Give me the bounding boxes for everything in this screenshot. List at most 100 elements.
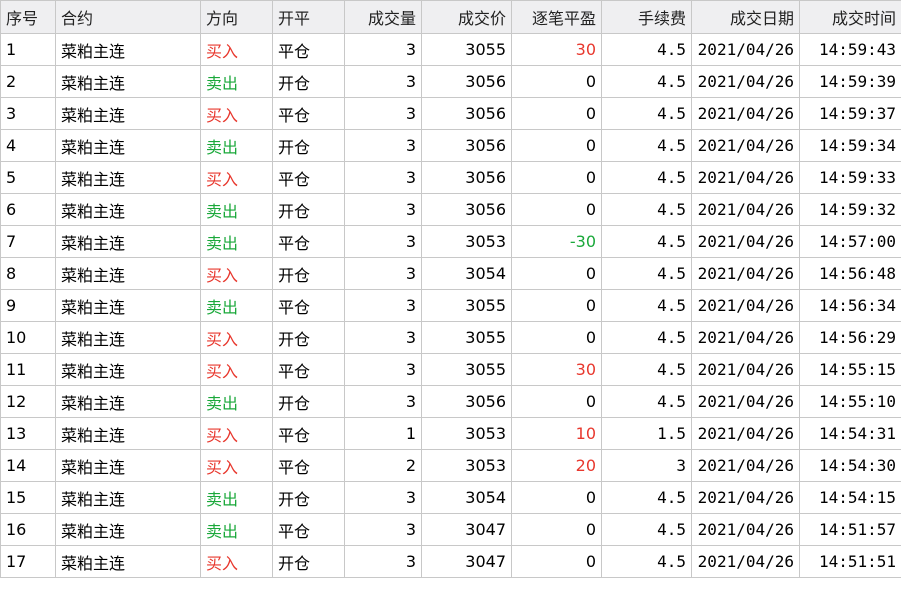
cell-date: 2021/04/26	[691, 257, 800, 290]
table-row[interactable]: 7 菜粕主连 卖出 平仓 3 3053 -30 4.5 2021/04/26 14:57:00	[0, 225, 901, 258]
cell-direction: 买入	[200, 353, 273, 386]
column-header-date[interactable]: 成交日期	[691, 0, 800, 34]
table-row[interactable]: 3 菜粕主连 买入 平仓 3 3056 0 4.5 2021/04/26 14:59:37	[0, 97, 901, 130]
cell-direction: 卖出	[200, 129, 273, 162]
cell-time: 14:51:57	[799, 513, 901, 546]
cell-offset: 平仓	[272, 417, 345, 450]
cell-contract: 菜粕主连	[55, 225, 201, 258]
cell-contract: 菜粕主连	[55, 129, 201, 162]
cell-offset: 平仓	[272, 225, 345, 258]
column-header-direction[interactable]: 方向	[200, 0, 273, 34]
cell-time: 14:56:34	[799, 289, 901, 322]
cell-volume: 3	[344, 545, 422, 578]
table-row[interactable]: 9 菜粕主连 卖出 平仓 3 3055 0 4.5 2021/04/26 14:56:34	[0, 289, 901, 322]
table-row[interactable]: 8 菜粕主连 买入 开仓 3 3054 0 4.5 2021/04/26 14:56:48	[0, 257, 901, 290]
cell-pnl: 0	[511, 161, 602, 194]
cell-seq: 3	[0, 97, 56, 130]
cell-fee: 4.5	[601, 33, 692, 66]
cell-direction: 卖出	[200, 385, 273, 418]
cell-volume: 2	[344, 449, 422, 482]
table-row[interactable]: 17 菜粕主连 买入 开仓 3 3047 0 4.5 2021/04/26 14:51:51	[0, 545, 901, 578]
cell-price: 3056	[421, 193, 512, 226]
cell-offset: 开仓	[272, 321, 345, 354]
cell-fee: 4.5	[601, 513, 692, 546]
cell-offset: 开仓	[272, 193, 345, 226]
cell-direction: 买入	[200, 97, 273, 130]
table-row[interactable]: 5 菜粕主连 买入 平仓 3 3056 0 4.5 2021/04/26 14:59:33	[0, 161, 901, 194]
table-row[interactable]: 11 菜粕主连 买入 平仓 3 3055 30 4.5 2021/04/26 14:55:15	[0, 353, 901, 386]
column-header-contract[interactable]: 合约	[55, 0, 201, 34]
cell-direction: 买入	[200, 161, 273, 194]
cell-contract: 菜粕主连	[55, 321, 201, 354]
cell-date: 2021/04/26	[691, 193, 800, 226]
cell-price: 3056	[421, 65, 512, 98]
cell-pnl: 0	[511, 321, 602, 354]
cell-date: 2021/04/26	[691, 353, 800, 386]
cell-date: 2021/04/26	[691, 417, 800, 450]
cell-volume: 3	[344, 513, 422, 546]
cell-price: 3055	[421, 289, 512, 322]
cell-pnl: 10	[511, 417, 602, 450]
cell-time: 14:59:37	[799, 97, 901, 130]
cell-price: 3056	[421, 129, 512, 162]
column-header-offset[interactable]: 开平	[272, 0, 345, 34]
cell-seq: 5	[0, 161, 56, 194]
cell-date: 2021/04/26	[691, 33, 800, 66]
table-row[interactable]: 14 菜粕主连 买入 平仓 2 3053 20 3 2021/04/26 14:54:30	[0, 449, 901, 482]
cell-volume: 3	[344, 321, 422, 354]
cell-volume: 3	[344, 353, 422, 386]
cell-offset: 平仓	[272, 513, 345, 546]
cell-price: 3056	[421, 385, 512, 418]
cell-date: 2021/04/26	[691, 161, 800, 194]
cell-direction: 卖出	[200, 481, 273, 514]
table-row[interactable]: 2 菜粕主连 卖出 开仓 3 3056 0 4.5 2021/04/26 14:59:39	[0, 65, 901, 98]
cell-contract: 菜粕主连	[55, 513, 201, 546]
cell-contract: 菜粕主连	[55, 449, 201, 482]
cell-direction: 买入	[200, 417, 273, 450]
cell-volume: 3	[344, 257, 422, 290]
cell-pnl: 0	[511, 513, 602, 546]
cell-date: 2021/04/26	[691, 321, 800, 354]
cell-fee: 4.5	[601, 353, 692, 386]
column-header-price[interactable]: 成交价	[421, 0, 512, 34]
table-row[interactable]: 12 菜粕主连 卖出 开仓 3 3056 0 4.5 2021/04/26 14:55:10	[0, 385, 901, 418]
cell-fee: 3	[601, 449, 692, 482]
cell-fee: 4.5	[601, 193, 692, 226]
table-row[interactable]: 15 菜粕主连 卖出 开仓 3 3054 0 4.5 2021/04/26 14:54:15	[0, 481, 901, 514]
cell-price: 3055	[421, 33, 512, 66]
cell-direction: 卖出	[200, 513, 273, 546]
table-row[interactable]: 13 菜粕主连 买入 平仓 1 3053 10 1.5 2021/04/26 14:54:31	[0, 417, 901, 450]
table-row[interactable]: 4 菜粕主连 卖出 开仓 3 3056 0 4.5 2021/04/26 14:59:34	[0, 129, 901, 162]
column-header-pnl[interactable]: 逐笔平盈	[511, 0, 602, 34]
cell-price: 3054	[421, 257, 512, 290]
cell-volume: 3	[344, 129, 422, 162]
column-header-seq[interactable]: 序号	[0, 0, 56, 34]
cell-seq: 15	[0, 481, 56, 514]
cell-price: 3047	[421, 513, 512, 546]
cell-time: 14:59:33	[799, 161, 901, 194]
cell-price: 3053	[421, 225, 512, 258]
cell-price: 3047	[421, 545, 512, 578]
cell-date: 2021/04/26	[691, 481, 800, 514]
table-row[interactable]: 1 菜粕主连 买入 平仓 3 3055 30 4.5 2021/04/26 14:59:43	[0, 33, 901, 66]
cell-date: 2021/04/26	[691, 289, 800, 322]
trade-records-table: 序号 合约 方向 开平 成交量 成交价 逐笔平盈 手续费 成交日期 成交时间 1…	[0, 0, 901, 578]
cell-volume: 3	[344, 385, 422, 418]
table-row[interactable]: 6 菜粕主连 卖出 开仓 3 3056 0 4.5 2021/04/26 14:59:32	[0, 193, 901, 226]
cell-volume: 3	[344, 225, 422, 258]
column-header-volume[interactable]: 成交量	[344, 0, 422, 34]
cell-pnl: 0	[511, 385, 602, 418]
cell-date: 2021/04/26	[691, 97, 800, 130]
cell-fee: 4.5	[601, 545, 692, 578]
cell-direction: 卖出	[200, 65, 273, 98]
column-header-time[interactable]: 成交时间	[799, 0, 901, 34]
cell-offset: 开仓	[272, 385, 345, 418]
cell-seq: 2	[0, 65, 56, 98]
cell-direction: 卖出	[200, 193, 273, 226]
table-row[interactable]: 10 菜粕主连 买入 开仓 3 3055 0 4.5 2021/04/26 14:56:29	[0, 321, 901, 354]
table-row[interactable]: 16 菜粕主连 卖出 平仓 3 3047 0 4.5 2021/04/26 14:51:57	[0, 513, 901, 546]
column-header-fee[interactable]: 手续费	[601, 0, 692, 34]
cell-date: 2021/04/26	[691, 129, 800, 162]
cell-price: 3056	[421, 97, 512, 130]
cell-price: 3055	[421, 321, 512, 354]
